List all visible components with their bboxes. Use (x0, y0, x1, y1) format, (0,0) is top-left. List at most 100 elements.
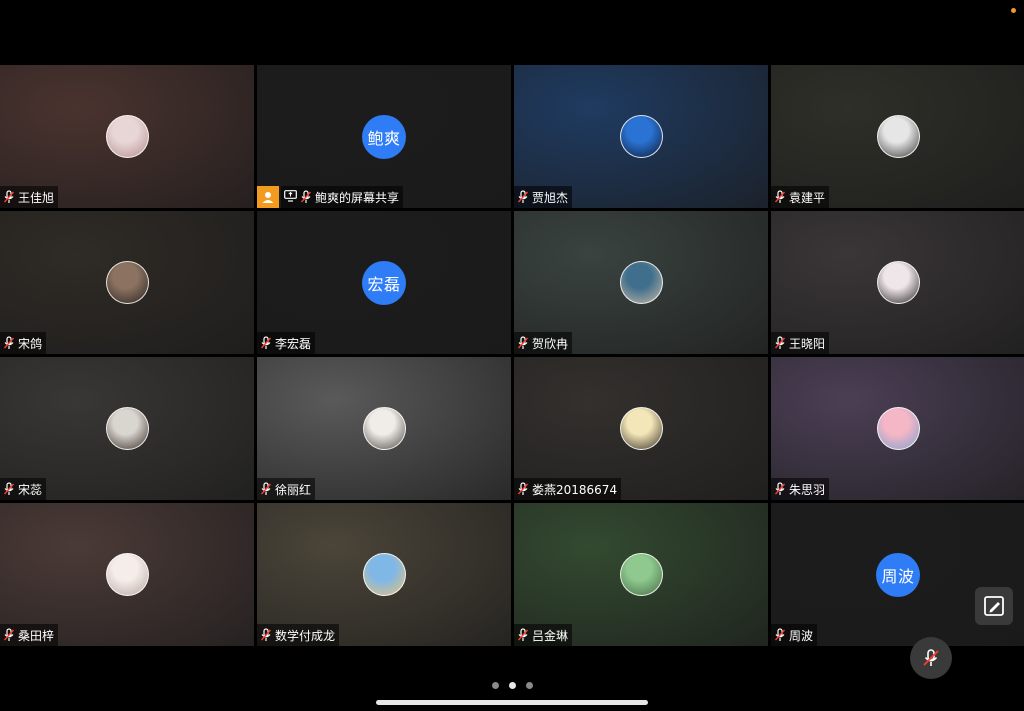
participant-name-label: 徐丽红 (275, 482, 312, 497)
page-dot[interactable] (491, 682, 499, 689)
mic-muted-icon (923, 649, 939, 666)
participant-name-label: 娄燕20186674 (532, 482, 618, 497)
participant-tile[interactable]: 宋蕊 (0, 357, 254, 500)
participant-tile[interactable]: 鲍爽鲍爽的屏幕共享 (257, 65, 511, 208)
avatar: 鲍爽 (362, 114, 406, 159)
mic-muted-icon (774, 190, 786, 204)
participant-tile[interactable]: 数学付成龙 (257, 503, 511, 646)
participant-tile[interactable]: 宋鸽 (0, 211, 254, 354)
mic-muted-icon (260, 482, 272, 496)
participant-name-label: 宋蕊 (18, 482, 43, 497)
participant-name-label: 鲍爽的屏幕共享 (315, 190, 400, 205)
participant-name: 王晓阳 (771, 332, 830, 354)
name-bar: 桑田梓 (0, 624, 59, 646)
avatar (362, 553, 406, 596)
participant-name: 娄燕20186674 (514, 478, 622, 500)
avatar: 宏磊 (362, 260, 406, 305)
participant-name-label: 李宏磊 (275, 336, 312, 351)
participant-tile[interactable]: 贺欣冉 (514, 211, 768, 354)
status-dot (1011, 8, 1016, 13)
name-bar: 王佳旭 (0, 186, 59, 208)
mic-muted-icon (774, 628, 786, 642)
name-bar: 周波 (771, 624, 818, 646)
name-bar: 娄燕20186674 (514, 478, 622, 500)
participant-name: 徐丽红 (257, 478, 316, 500)
participant-tile[interactable]: 宏磊李宏磊 (257, 211, 511, 354)
mic-muted-icon (517, 336, 529, 350)
name-bar: 朱思羽 (771, 478, 830, 500)
name-bar: 王晓阳 (771, 332, 830, 354)
participant-tile[interactable]: 吕金琳 (514, 503, 768, 646)
mic-muted-icon (774, 482, 786, 496)
avatar (876, 407, 920, 450)
participant-name: 宋鸽 (0, 332, 47, 354)
participant-tile[interactable]: 娄燕20186674 (514, 357, 768, 500)
participant-tile[interactable]: 袁建平 (771, 65, 1024, 208)
participant-name: 桑田梓 (0, 624, 59, 646)
participant-name-label: 袁建平 (789, 190, 826, 205)
home-indicator[interactable] (376, 700, 648, 705)
mic-muted-icon (300, 190, 312, 204)
participant-name-label: 贺欣冉 (532, 336, 569, 351)
avatar (619, 261, 663, 304)
participant-name: 数学付成龙 (257, 624, 340, 646)
avatar (619, 407, 663, 450)
name-bar: 宋鸽 (0, 332, 47, 354)
page-dot[interactable] (525, 682, 533, 689)
mic-muted-icon (260, 336, 272, 350)
participant-name: 贺欣冉 (514, 332, 573, 354)
page-dot[interactable] (508, 682, 516, 689)
participant-name: 袁建平 (771, 186, 830, 208)
participant-tile[interactable]: 徐丽红 (257, 357, 511, 500)
edit-button[interactable] (975, 587, 1013, 625)
participant-name-label: 数学付成龙 (275, 628, 336, 643)
mic-muted-icon (517, 482, 529, 496)
avatar (105, 261, 149, 304)
presenter-icon (257, 186, 279, 208)
avatar (105, 407, 149, 450)
participant-name: 周波 (771, 624, 818, 646)
name-bar: 鲍爽的屏幕共享 (257, 186, 404, 208)
participant-tile[interactable]: 桑田梓 (0, 503, 254, 646)
participant-name-label: 吕金琳 (532, 628, 569, 643)
participant-name: 宋蕊 (0, 478, 47, 500)
participant-name: 王佳旭 (0, 186, 59, 208)
participant-name-label: 桑田梓 (18, 628, 55, 643)
participant-name-label: 王晓阳 (789, 336, 826, 351)
participant-tile[interactable]: 王晓阳 (771, 211, 1024, 354)
name-bar: 数学付成龙 (257, 624, 340, 646)
mic-muted-icon (3, 336, 15, 350)
mic-muted-icon (774, 336, 786, 350)
participant-grid: 王佳旭 鲍爽 鲍爽的屏幕共享 贾旭杰 袁建平 宋鸽 宏磊 李宏磊 贺欣冉 王晓阳 宋蕊 徐丽红 娄燕20… (0, 65, 1024, 646)
avatar (619, 553, 663, 596)
avatar (105, 553, 149, 596)
mic-muted-icon (3, 190, 15, 204)
participant-name: 鲍爽的屏幕共享 (281, 186, 404, 208)
participant-name-label: 宋鸽 (18, 336, 43, 351)
mic-muted-icon (517, 190, 529, 204)
name-bar: 李宏磊 (257, 332, 316, 354)
screen-share-icon (284, 189, 297, 205)
name-bar: 贺欣冉 (514, 332, 573, 354)
name-bar: 袁建平 (771, 186, 830, 208)
name-bar: 吕金琳 (514, 624, 573, 646)
avatar (105, 115, 149, 158)
mic-muted-icon (3, 482, 15, 496)
avatar (876, 261, 920, 304)
participant-tile[interactable]: 朱思羽 (771, 357, 1024, 500)
mute-toggle-button[interactable] (910, 637, 952, 679)
participant-name: 朱思羽 (771, 478, 830, 500)
avatar (362, 407, 406, 450)
name-bar: 徐丽红 (257, 478, 316, 500)
mic-muted-icon (260, 628, 272, 642)
meeting-screen: 王佳旭 鲍爽 鲍爽的屏幕共享 贾旭杰 袁建平 宋鸽 宏磊 李宏磊 贺欣冉 王晓阳 宋蕊 徐丽红 娄燕20… (0, 0, 1024, 711)
avatar: 周波 (876, 552, 920, 597)
participant-tile[interactable]: 王佳旭 (0, 65, 254, 208)
name-bar: 贾旭杰 (514, 186, 573, 208)
mic-muted-icon (517, 628, 529, 642)
participant-name: 吕金琳 (514, 624, 573, 646)
page-indicator[interactable] (0, 682, 1024, 689)
participant-name: 李宏磊 (257, 332, 316, 354)
participant-tile[interactable]: 贾旭杰 (514, 65, 768, 208)
avatar (876, 115, 920, 158)
